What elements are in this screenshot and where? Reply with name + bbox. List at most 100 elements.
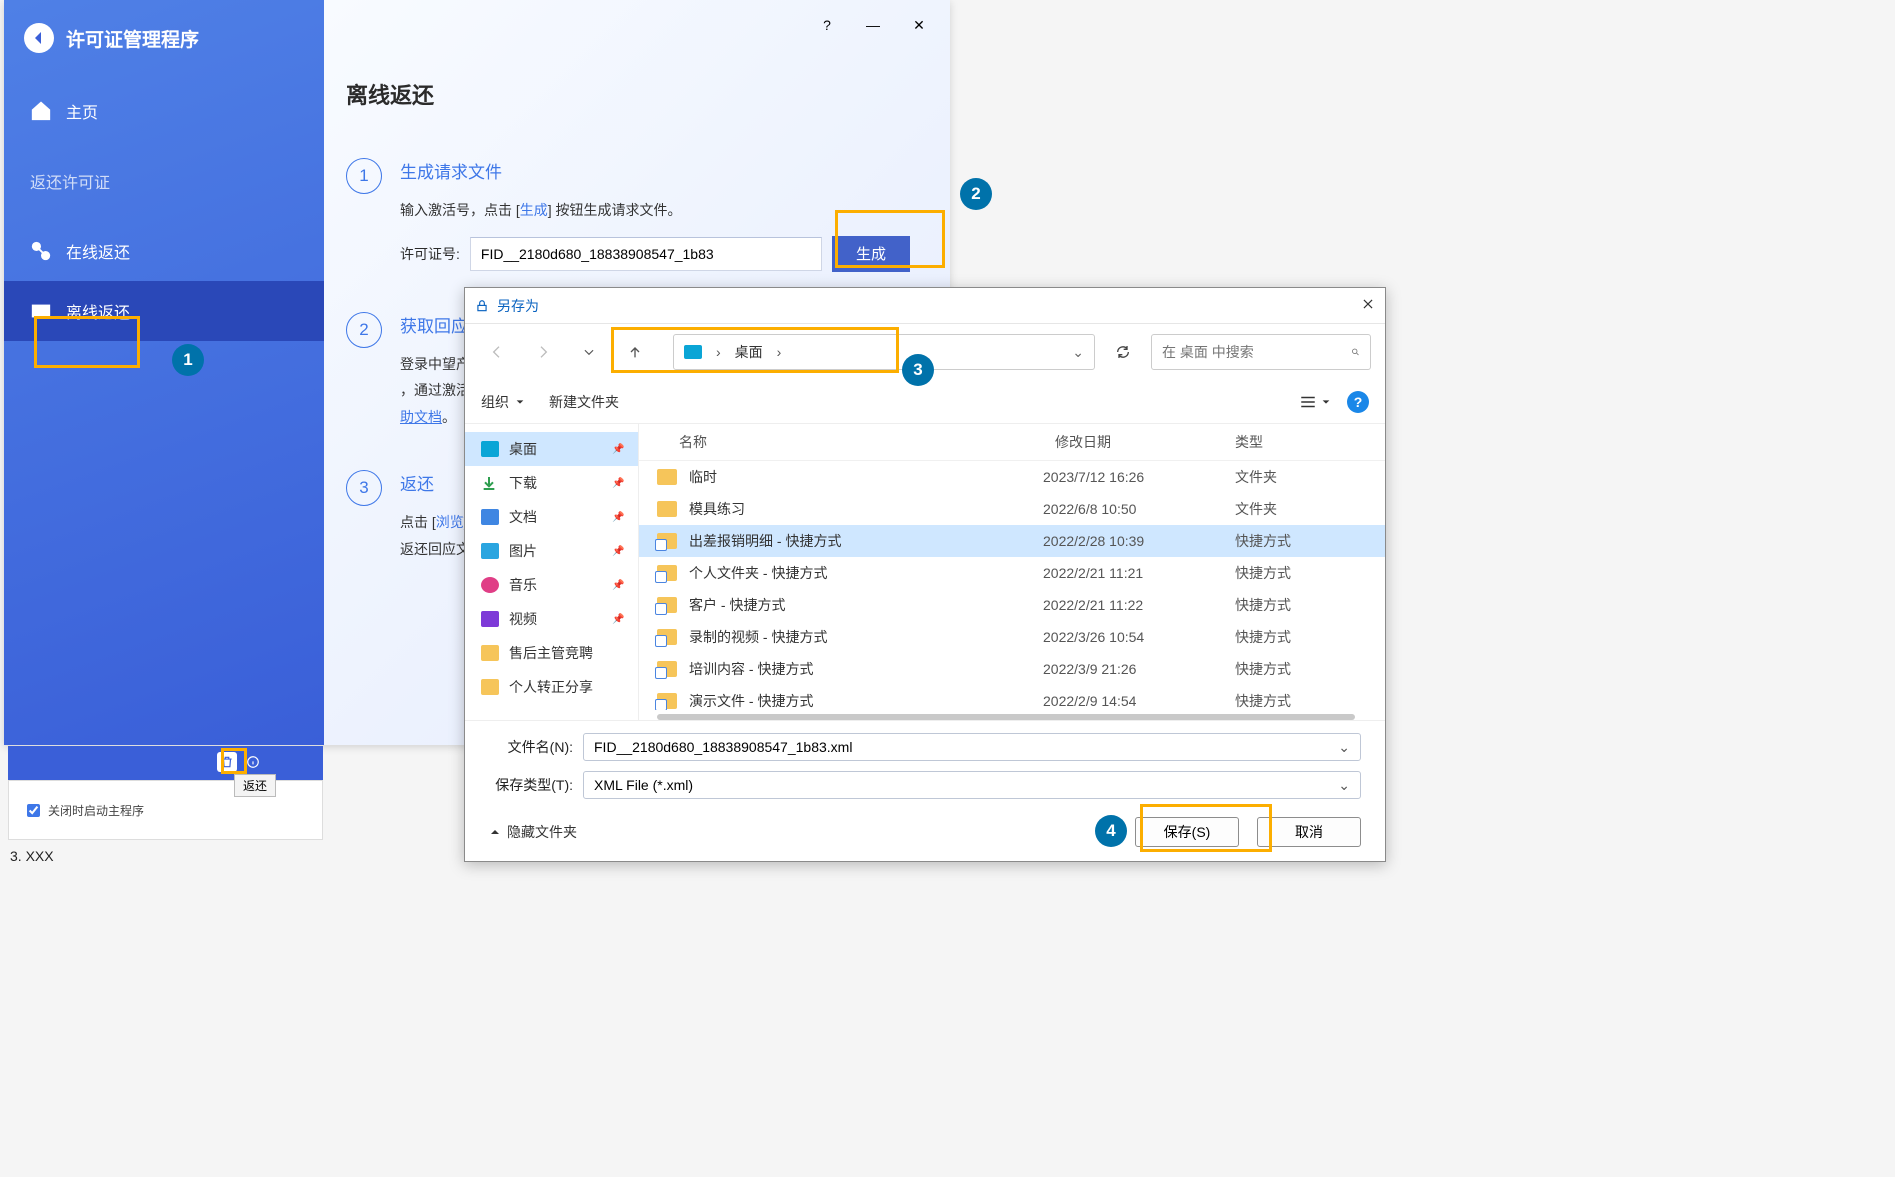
file-row[interactable]: 录制的视频 - 快捷方式2022/3/26 10:54快捷方式 — [639, 621, 1385, 653]
license-input[interactable] — [470, 237, 822, 271]
close-button[interactable]: ✕ — [910, 16, 928, 34]
nav-offline-return[interactable]: 离线返还 — [4, 281, 324, 341]
path-label: 桌面 — [735, 342, 763, 362]
nav-up-button[interactable] — [617, 334, 653, 370]
shortcut-icon — [657, 597, 677, 613]
file-row[interactable]: 个人文件夹 - 快捷方式2022/2/21 11:21快捷方式 — [639, 557, 1385, 589]
fragment-top: 返还 — [8, 746, 323, 780]
app-title: 许可证管理程序 — [66, 25, 199, 52]
filetype-label: 保存类型(T): — [489, 775, 573, 795]
file-name: 个人文件夹 - 快捷方式 — [689, 563, 1031, 583]
folder-icon — [481, 679, 499, 695]
nav-forward-button[interactable] — [525, 334, 561, 370]
file-row[interactable]: 临时2023/7/12 16:26文件夹 — [639, 461, 1385, 493]
file-row[interactable]: 客户 - 快捷方式2022/2/21 11:22快捷方式 — [639, 589, 1385, 621]
organize-button[interactable]: 组织 — [481, 392, 525, 412]
pin-icon: 📌 — [612, 546, 622, 557]
file-name: 录制的视频 - 快捷方式 — [689, 627, 1031, 647]
tree-item-label: 图片 — [509, 541, 537, 561]
pin-icon: 📌 — [612, 580, 622, 591]
file-row[interactable]: 模具练习2022/6/8 10:50文件夹 — [639, 493, 1385, 525]
step-1-badge: 1 — [346, 158, 382, 194]
search-icon — [1351, 344, 1360, 360]
hide-folders-toggle[interactable]: 隐藏文件夹 — [489, 822, 577, 842]
path-dropdown[interactable]: ⌄ — [1072, 344, 1084, 361]
autostart-label: 关闭时启动主程序 — [48, 802, 144, 819]
help-icon: ? — [823, 17, 831, 33]
file-type: 快捷方式 — [1235, 659, 1355, 679]
nav-back-button[interactable] — [479, 334, 515, 370]
tree-item[interactable]: 视频📌 — [465, 602, 638, 636]
dialog-nav: › 桌面 › ⌄ — [465, 324, 1385, 380]
dialog-toolbar: 组织 新建文件夹 ? — [465, 380, 1385, 424]
file-list-panel: 名称 修改日期 类型 临时2023/7/12 16:26文件夹模具练习2022/… — [639, 424, 1385, 720]
generate-button[interactable]: 生成 — [832, 236, 910, 272]
tree-item-label: 售后主管竞聘 — [509, 643, 593, 663]
refresh-button[interactable] — [1105, 334, 1141, 370]
nav-online-return[interactable]: 在线返还 — [4, 221, 324, 281]
file-row[interactable]: 演示文件 - 快捷方式2022/2/9 14:54快捷方式 — [639, 685, 1385, 710]
file-date: 2023/7/12 16:26 — [1043, 469, 1223, 485]
dialog-help-button[interactable]: ? — [1347, 391, 1369, 413]
tree-item[interactable]: 图片 📌 — [465, 534, 638, 568]
tree-item[interactable]: 个人转正分享 — [465, 670, 638, 704]
step-2-badge: 2 — [346, 312, 382, 348]
back-button[interactable] — [24, 23, 54, 53]
file-row[interactable]: 出差报销明细 - 快捷方式2022/2/28 10:39快捷方式 — [639, 525, 1385, 557]
delete-button[interactable] — [217, 752, 237, 772]
pin-icon: 📌 — [612, 512, 622, 523]
nav-home-label: 主页 — [66, 99, 98, 123]
col-name[interactable]: 名称 — [679, 432, 1055, 452]
file-name: 出差报销明细 - 快捷方式 — [689, 531, 1031, 551]
help-button[interactable]: ? — [818, 16, 836, 34]
search-box[interactable] — [1151, 334, 1371, 370]
tree-item[interactable]: 文档📌 — [465, 500, 638, 534]
cancel-button[interactable]: 取消 — [1257, 817, 1361, 847]
autostart-checkbox[interactable] — [27, 804, 40, 817]
chevron-down-icon — [515, 397, 525, 407]
step-1: 1 生成请求文件 输入激活号，点击 [生成] 按钮生成请求文件。 许可证号: 生… — [346, 158, 910, 272]
desktop-icon — [684, 345, 702, 359]
info-button[interactable] — [243, 752, 263, 772]
online-icon — [30, 240, 52, 262]
dialog-close-button[interactable] — [1361, 297, 1375, 314]
dialog-body: 桌面📌下载📌文档📌图片📌音乐📌视频📌售后主管竞聘个人转正分享 名称 修改日期 类… — [465, 424, 1385, 720]
shortcut-icon — [657, 565, 677, 581]
browse-link[interactable]: 浏览] — [436, 514, 468, 530]
save-button[interactable]: 保存(S) — [1135, 817, 1239, 847]
nav-home[interactable]: 主页 — [4, 81, 324, 141]
path-breadcrumb[interactable]: › 桌面 › ⌄ — [673, 334, 1095, 370]
sidebar: 许可证管理程序 主页 返还许可证 在线返还 离线返还 — [4, 0, 324, 745]
step-1-desc: 输入激活号，点击 [生成] 按钮生成请求文件。 — [400, 197, 910, 224]
filename-input[interactable] — [594, 739, 1338, 755]
list-icon — [1299, 395, 1317, 409]
col-date[interactable]: 修改日期 — [1055, 432, 1235, 452]
search-input[interactable] — [1162, 344, 1343, 360]
chevron-down-icon — [582, 345, 596, 359]
generate-inline-link[interactable]: 生成 — [520, 202, 548, 218]
new-folder-button[interactable]: 新建文件夹 — [549, 392, 619, 412]
file-row[interactable]: 培训内容 - 快捷方式2022/3/9 21:26快捷方式 — [639, 653, 1385, 685]
file-name: 演示文件 - 快捷方式 — [689, 691, 1031, 710]
annotation-badge-2: 2 — [960, 178, 992, 210]
filename-field[interactable]: ⌄ — [583, 733, 1361, 761]
folder-tree: 桌面📌下载📌文档📌图片📌音乐📌视频📌售后主管竞聘个人转正分享 — [465, 424, 639, 720]
view-mode-button[interactable] — [1299, 395, 1331, 409]
filetype-field[interactable]: XML File (*.xml) ⌄ — [583, 771, 1361, 799]
tree-item[interactable]: 音乐📌 — [465, 568, 638, 602]
tree-item-label: 个人转正分享 — [509, 677, 593, 697]
filename-dropdown[interactable]: ⌄ — [1338, 739, 1350, 756]
help-doc-link[interactable]: 助文档 — [400, 409, 442, 425]
nav-recent-button[interactable] — [571, 334, 607, 370]
tree-item[interactable]: 下载📌 — [465, 466, 638, 500]
tree-item[interactable]: 桌面📌 — [465, 432, 638, 466]
minimize-button[interactable]: — — [864, 16, 882, 34]
col-type[interactable]: 类型 — [1235, 432, 1355, 452]
dialog-footer: 文件名(N): ⌄ 保存类型(T): XML File (*.xml) ⌄ 隐藏… — [465, 720, 1385, 861]
file-date: 2022/2/28 10:39 — [1043, 533, 1223, 549]
organize-label: 组织 — [481, 392, 509, 412]
filetype-dropdown[interactable]: ⌄ — [1338, 777, 1350, 794]
tree-item[interactable]: 售后主管竞聘 — [465, 636, 638, 670]
doc-list-item: 3. XXX — [10, 848, 54, 864]
file-date: 2022/2/21 11:22 — [1043, 597, 1223, 613]
